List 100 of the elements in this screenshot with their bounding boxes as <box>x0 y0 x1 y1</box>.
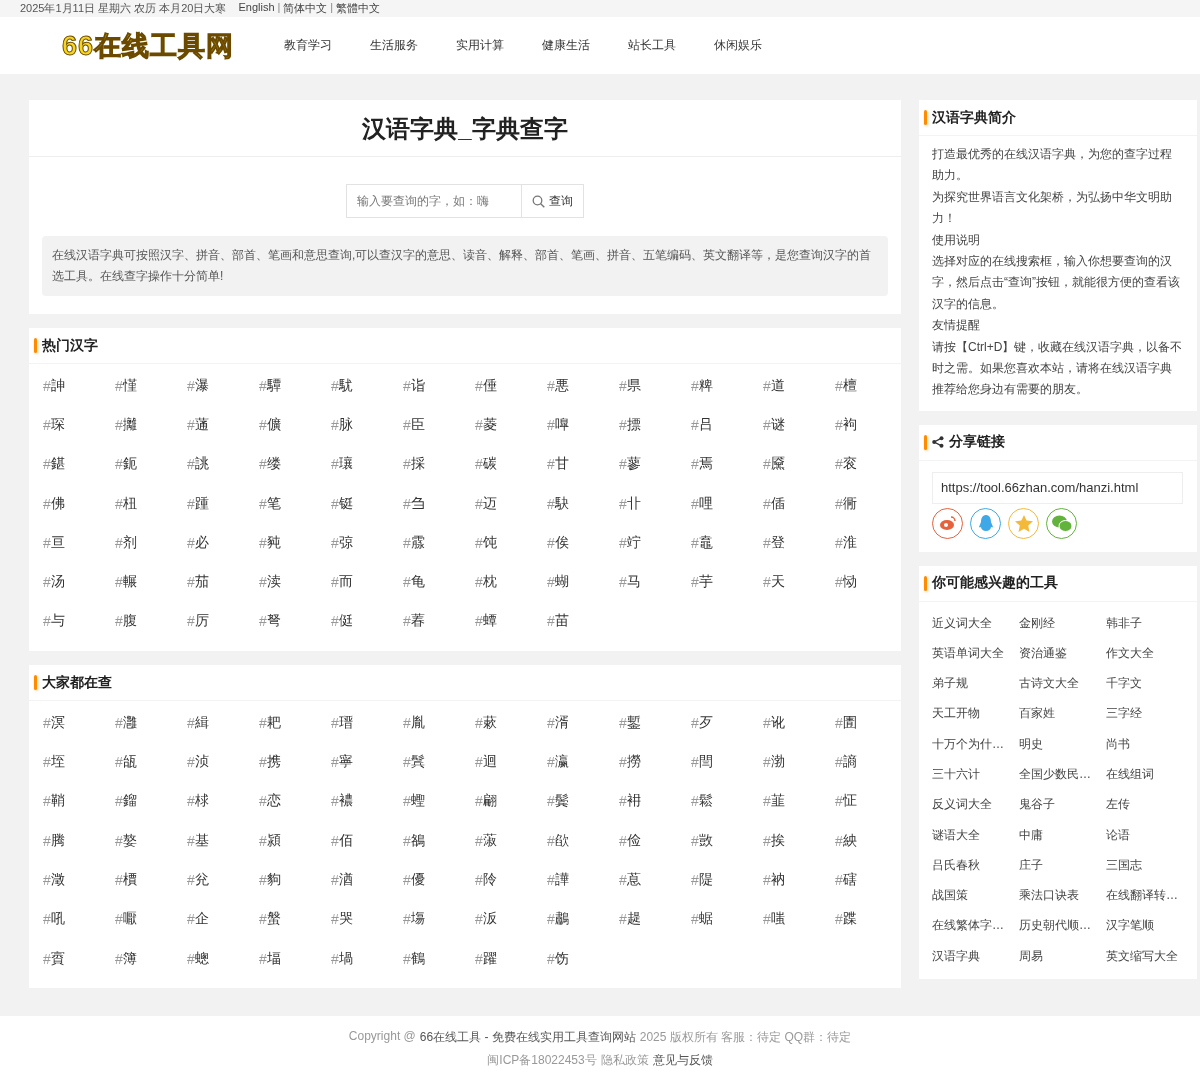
character-link[interactable]: #芋 <box>691 562 763 602</box>
tool-link[interactable]: 弟子规 <box>932 668 1019 699</box>
character-link[interactable]: #袧 <box>835 405 907 445</box>
language-link[interactable]: 繁體中文 <box>336 1 381 16</box>
character-link[interactable]: #嫯 <box>115 820 187 861</box>
character-link[interactable]: #登 <box>763 523 835 563</box>
character-link[interactable]: #嘷 <box>547 405 619 445</box>
tool-link[interactable]: 全国少数民… <box>1019 759 1106 790</box>
character-link[interactable]: #迴 <box>475 742 547 782</box>
tool-link[interactable]: 明史 <box>1019 729 1106 760</box>
character-link[interactable]: #蹀 <box>835 899 907 939</box>
tool-link[interactable]: 十万个为什… <box>932 729 1019 760</box>
character-link[interactable]: #採 <box>403 444 475 484</box>
character-link[interactable]: #欿 <box>547 820 619 861</box>
share-button[interactable] <box>970 507 1001 539</box>
character-link[interactable]: #笔 <box>259 483 331 524</box>
tool-link[interactable]: 百家姓 <box>1019 698 1106 730</box>
character-link[interactable]: #躍 <box>475 938 547 979</box>
character-link[interactable]: #迈 <box>475 483 547 524</box>
character-link[interactable]: #鬂 <box>403 742 475 782</box>
character-link[interactable]: #蜛 <box>691 899 763 939</box>
tool-link[interactable]: 中庸 <box>1019 819 1106 851</box>
character-link[interactable]: #耙 <box>259 703 331 743</box>
character-link[interactable]: #豿 <box>259 860 331 900</box>
footer-link[interactable]: 意见与反馈 <box>652 1052 713 1070</box>
character-link[interactable]: #讹 <box>763 703 835 743</box>
character-link[interactable]: #偛 <box>763 483 835 524</box>
character-link[interactable]: #竚 <box>619 523 691 563</box>
character-link[interactable]: #基 <box>187 820 259 861</box>
character-link[interactable]: #溟 <box>43 703 115 743</box>
character-link[interactable]: #与 <box>43 601 115 642</box>
character-link[interactable]: #佛 <box>43 483 115 524</box>
character-link[interactable]: #踵 <box>187 483 259 524</box>
character-link[interactable]: #潁 <box>259 820 331 861</box>
language-link[interactable]: English <box>238 1 275 16</box>
character-link[interactable]: #鬆 <box>691 781 763 821</box>
character-link[interactable]: #隄 <box>691 860 763 900</box>
character-link[interactable]: #梂 <box>187 781 259 821</box>
character-link[interactable]: #杻 <box>115 483 187 524</box>
language-link[interactable]: 简体中文 <box>283 1 328 16</box>
share-button[interactable] <box>1008 507 1039 539</box>
character-link[interactable]: #塲 <box>403 899 475 939</box>
tool-link[interactable]: 三字经 <box>1106 698 1193 730</box>
character-link[interactable]: #恋 <box>259 781 331 821</box>
character-link[interactable]: #攡 <box>115 405 187 445</box>
character-link[interactable]: #訷 <box>43 366 115 406</box>
character-link[interactable]: #道 <box>763 366 835 406</box>
tool-link[interactable]: 庄子 <box>1019 850 1106 881</box>
character-link[interactable]: #蟶 <box>403 781 475 821</box>
character-link[interactable]: #剂 <box>115 523 187 563</box>
tool-link[interactable]: 论语 <box>1106 819 1193 851</box>
character-link[interactable]: #譁 <box>547 860 619 900</box>
character-link[interactable]: #龟 <box>403 562 475 602</box>
footer-link[interactable]: 66在线工具 - 免费在线实用工具查询网站 <box>419 1029 636 1047</box>
character-link[interactable]: #哩 <box>691 483 763 524</box>
character-link[interactable]: #诣 <box>403 366 475 406</box>
character-link[interactable]: #卝 <box>619 483 691 524</box>
character-link[interactable]: #而 <box>331 562 403 602</box>
character-link[interactable]: #哭 <box>331 899 403 939</box>
character-link[interactable]: #駃 <box>547 483 619 524</box>
share-button[interactable] <box>1046 507 1077 539</box>
character-link[interactable]: #堝 <box>331 938 403 979</box>
character-link[interactable]: #恸 <box>835 562 907 602</box>
character-link[interactable]: #垤 <box>43 742 115 782</box>
tool-link[interactable]: 三国志 <box>1106 850 1193 881</box>
character-link[interactable]: #歹 <box>691 703 763 743</box>
character-link[interactable]: #兊 <box>187 860 259 900</box>
tool-link[interactable]: 汉字笔顺 <box>1106 910 1193 942</box>
character-link[interactable]: #湑 <box>547 703 619 743</box>
url-field[interactable]: https://tool.66zhan.com/hanzi.html <box>932 471 1183 504</box>
character-link[interactable]: #瓵 <box>115 742 187 782</box>
character-link[interactable]: #蟌 <box>187 938 259 979</box>
character-link[interactable]: #瀛 <box>547 742 619 782</box>
character-link[interactable]: #韮 <box>763 781 835 821</box>
character-link[interactable]: #鬓 <box>547 781 619 821</box>
tool-link[interactable]: 左传 <box>1106 789 1193 820</box>
character-link[interactable]: #缕 <box>259 444 331 484</box>
character-link[interactable]: #撈 <box>619 742 691 782</box>
tool-link[interactable]: 周易 <box>1019 941 1106 972</box>
site-logo[interactable]: 66在线工具网 <box>62 27 235 64</box>
character-link[interactable]: #茄 <box>187 562 259 602</box>
character-link[interactable]: #企 <box>187 899 259 939</box>
character-link[interactable]: #粺 <box>691 366 763 406</box>
character-link[interactable]: #輾 <box>115 562 187 602</box>
character-link[interactable]: #汳 <box>475 899 547 939</box>
character-link[interactable]: #碳 <box>475 444 547 484</box>
character-link[interactable]: #蒠 <box>619 860 691 900</box>
character-link[interactable]: #渤 <box>763 742 835 782</box>
character-link[interactable]: #甘 <box>547 444 619 484</box>
character-link[interactable]: #厉 <box>187 601 259 642</box>
character-link[interactable]: #湭 <box>331 860 403 900</box>
character-link[interactable]: #鍖 <box>43 444 115 484</box>
character-link[interactable]: #蟫 <box>475 601 547 642</box>
character-link[interactable]: #衕 <box>835 483 907 524</box>
character-link[interactable]: #侹 <box>331 601 403 642</box>
tool-link[interactable]: 天工开物 <box>932 698 1019 730</box>
character-link[interactable]: #苗 <box>547 601 619 642</box>
character-link[interactable]: #駀 <box>331 366 403 406</box>
nav-link[interactable]: 实用计算 <box>456 37 543 54</box>
tool-link[interactable]: 千字文 <box>1106 668 1193 699</box>
